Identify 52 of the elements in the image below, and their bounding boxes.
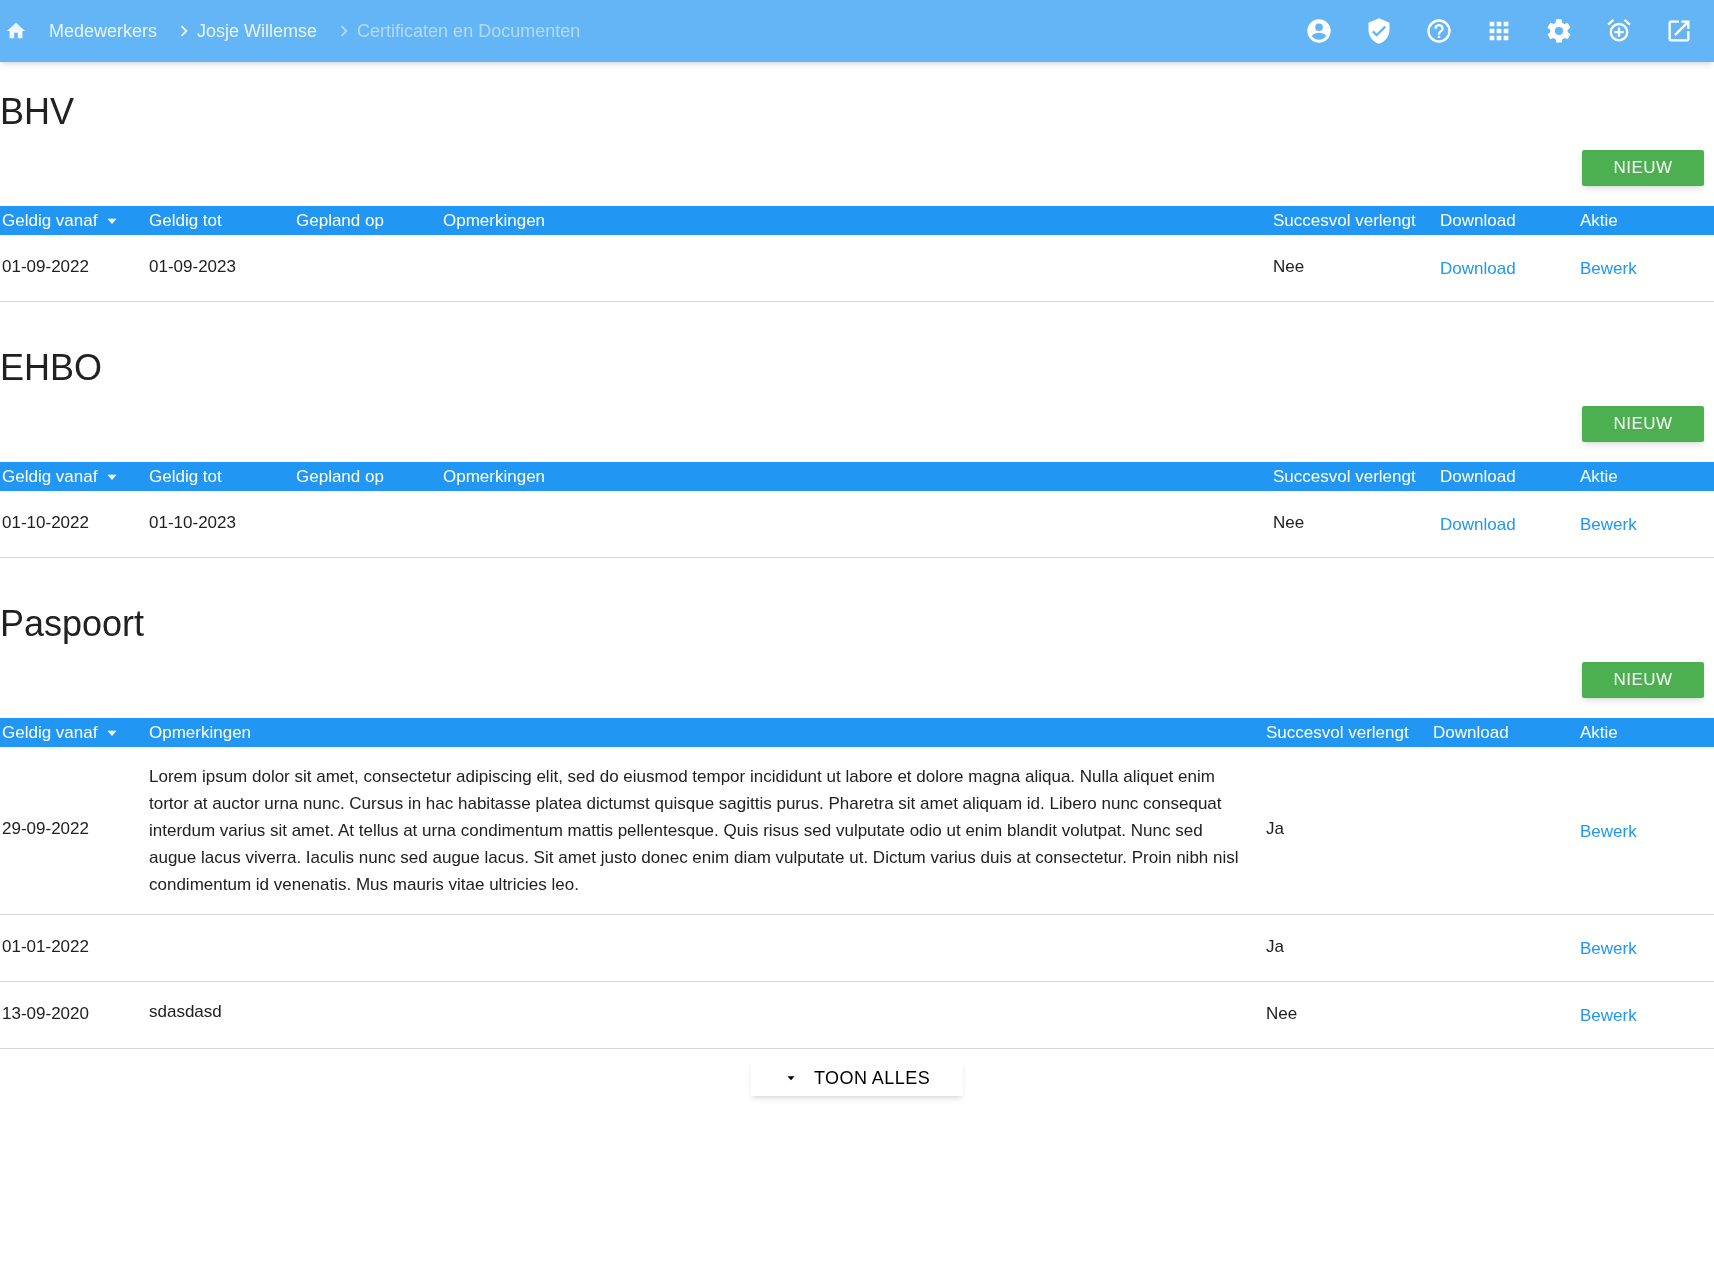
remarks-text: Lorem ipsum dolor sit amet, consectetur adipiscing elit, sed do eiusmod tempor incididunt ut labore et dolore magna aliqua. Nulla aliquet enim tortor at auctor urna nunc. Cursus in hac habitasse platea dictumst quisque sagittis purus. Pharetra sit amet aliquam id. Libero nunc consequat interdum varius sit amet. At tellus at urna condimentum mattis pellentesque. Quis risus sed vulputate odio ut enim blandit volutpat. Nunc sed augue lacus viverra. Iaculis nunc sed augue lacus. Sit amet justo donec enim diam vulputate ut. Dictum varius duis at consectetur. Proin nibh nisl condimentum id venenatis. Mus mauris vitae ultricies leo. xyxy=(149,767,1239,894)
table-cell-text: 01-10-2022 xyxy=(2,511,89,534)
settings-icon[interactable] xyxy=(1545,17,1573,45)
breadcrumb-link[interactable]: Medewerkers xyxy=(49,17,158,45)
new-button[interactable]: NIEUW xyxy=(1582,662,1704,698)
help-icon[interactable] xyxy=(1425,17,1453,45)
table-cell-text: Ja xyxy=(1266,818,1284,840)
column-header[interactable]: Geldig vanaf xyxy=(0,463,122,490)
table-cell-text: Ja xyxy=(1266,935,1284,958)
column-header: Download xyxy=(1439,465,1516,488)
column-header: Download xyxy=(1439,209,1516,232)
column-header: Succesvol verlengt xyxy=(1272,465,1416,488)
download-link[interactable]: Download xyxy=(1440,513,1516,537)
column-header: Gepland op xyxy=(295,465,384,488)
account-icon[interactable] xyxy=(1305,17,1333,45)
column-header: Opmerkingen xyxy=(442,209,546,232)
table-cell-text: Nee xyxy=(1273,255,1305,278)
show-all-button[interactable]: TOON ALLES xyxy=(751,1060,963,1096)
table-cell-text: 13-09-2020 xyxy=(2,1002,89,1025)
new-button[interactable]: NIEUW xyxy=(1582,150,1704,186)
section-title: BHV xyxy=(0,90,76,134)
column-header[interactable]: Geldig vanaf xyxy=(0,207,122,234)
breadcrumb-link[interactable]: Josje Willemse xyxy=(197,17,318,45)
edit-link[interactable]: Bewerk xyxy=(1580,819,1637,844)
column-header: Geldig tot xyxy=(148,209,222,232)
column-header: Succesvol verlengt xyxy=(1272,209,1416,232)
column-header: Gepland op xyxy=(295,209,384,232)
column-header: Download xyxy=(1432,721,1509,744)
section-title: Paspoort xyxy=(0,602,146,646)
column-header: Opmerkingen xyxy=(442,465,546,488)
table-cell-text: Nee xyxy=(1266,1002,1298,1025)
new-button[interactable]: NIEUW xyxy=(1582,406,1704,442)
download-link[interactable]: Download xyxy=(1440,257,1516,281)
table-cell-text: 01-09-2023 xyxy=(149,255,236,278)
column-header: Opmerkingen xyxy=(148,721,252,744)
column-header: Geldig tot xyxy=(148,465,222,488)
table-cell-text: 01-09-2022 xyxy=(2,255,89,278)
edit-link[interactable]: Bewerk xyxy=(1580,937,1637,961)
column-header: Aktie xyxy=(1579,209,1618,232)
column-header[interactable]: Geldig vanaf xyxy=(0,719,122,746)
section-title: EHBO xyxy=(0,346,104,390)
column-header: Succesvol verlengt xyxy=(1265,721,1409,744)
edit-link[interactable]: Bewerk xyxy=(1580,513,1637,537)
remarks-text: sdasdasd xyxy=(149,1002,222,1021)
table-cell-text: 29-09-2022 xyxy=(2,818,89,840)
edit-link[interactable]: Bewerk xyxy=(1580,257,1637,281)
table-cell-text: 01-10-2023 xyxy=(149,511,236,534)
table-cell-text: Nee xyxy=(1273,511,1305,534)
column-header: Aktie xyxy=(1579,721,1618,744)
edit-link[interactable]: Bewerk xyxy=(1580,1004,1637,1028)
table-cell-text: 01-01-2022 xyxy=(2,935,89,958)
column-header: Aktie xyxy=(1579,465,1618,488)
